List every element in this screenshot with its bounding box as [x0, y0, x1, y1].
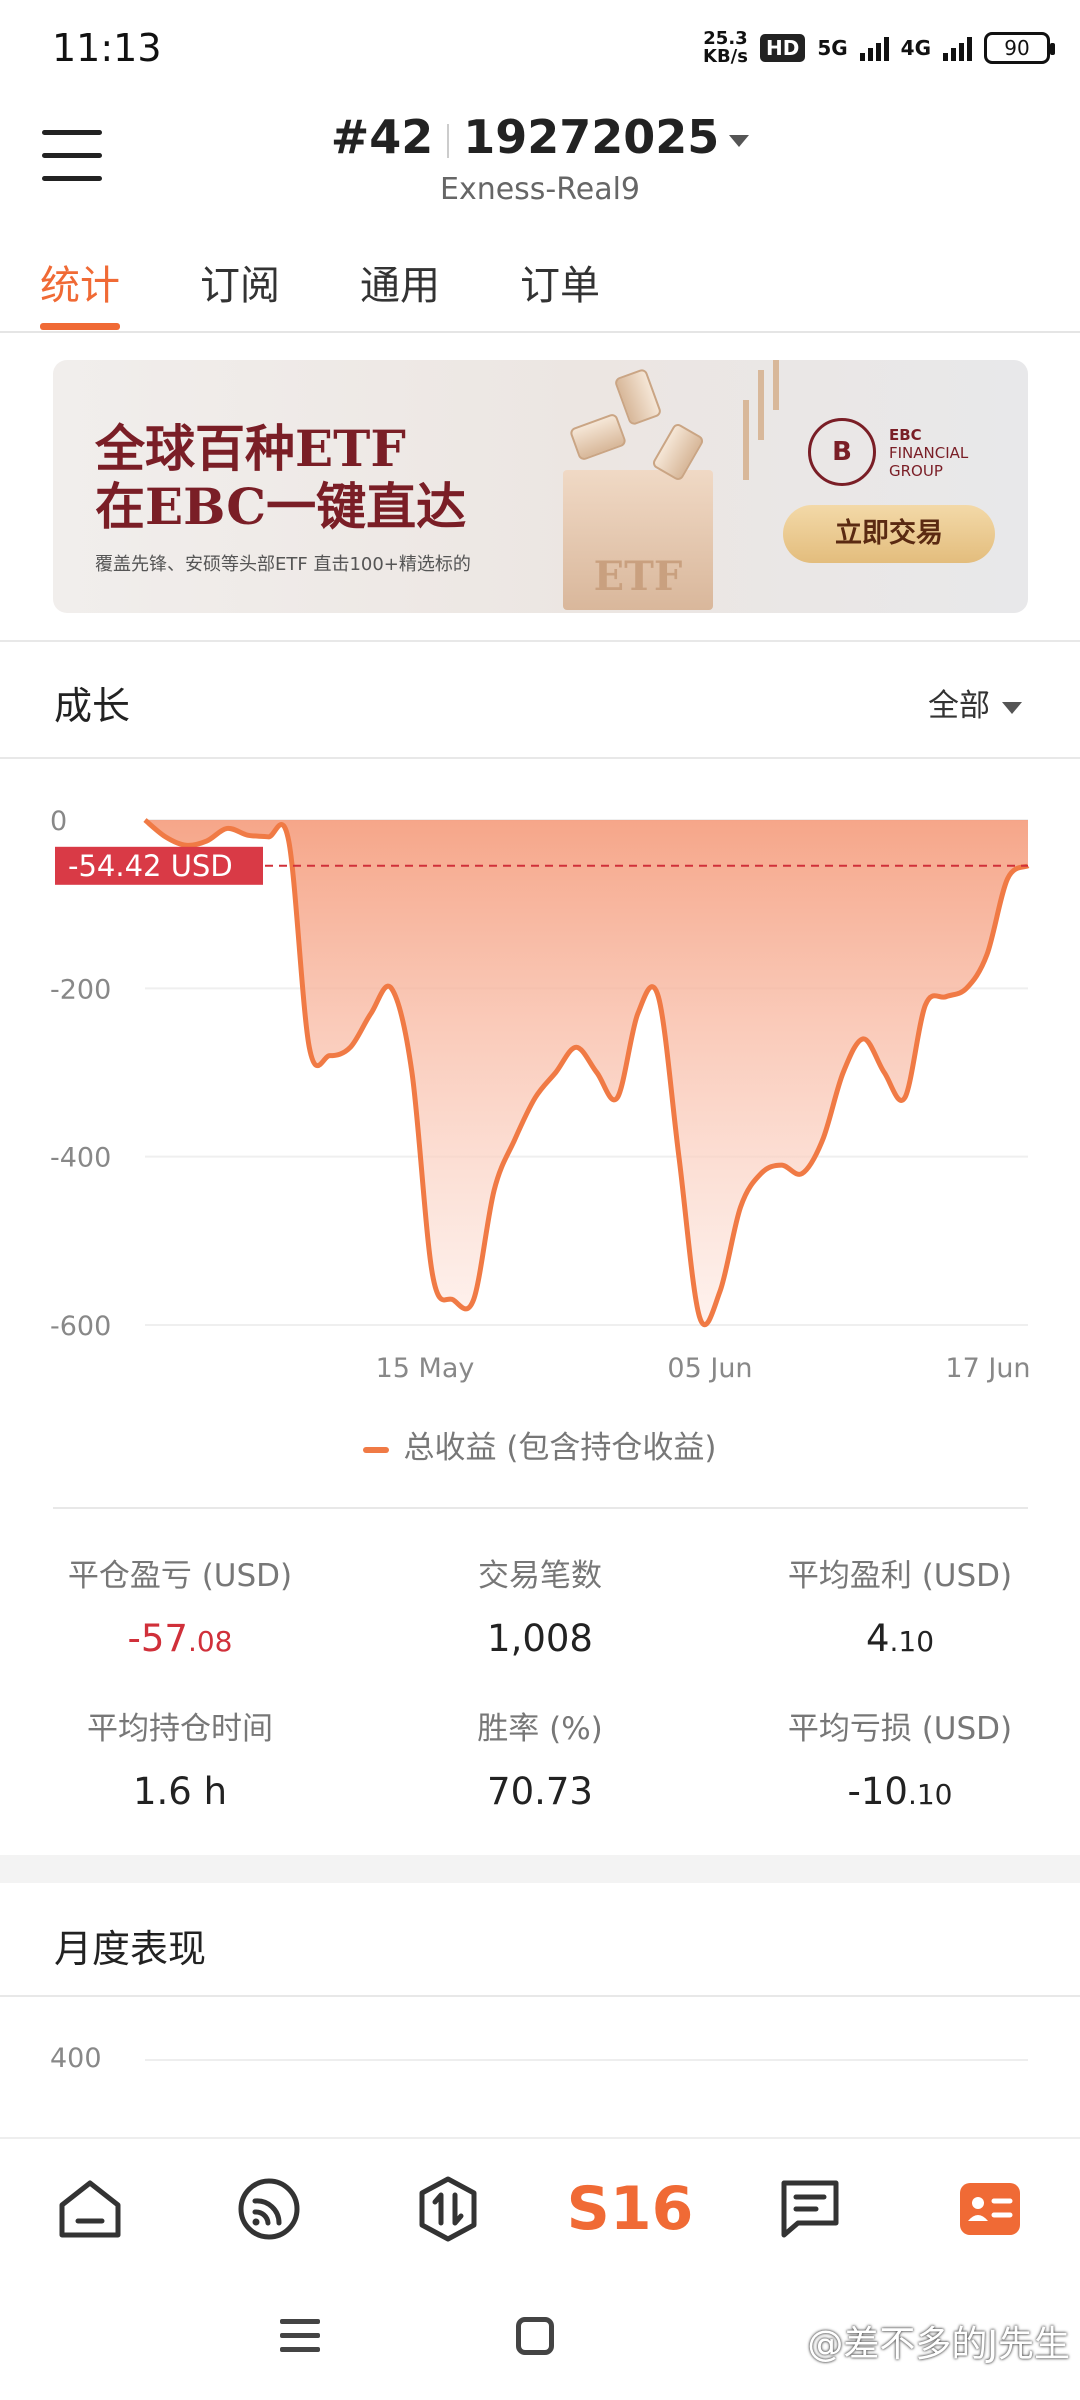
stat-avg-loss: 平均亏损 (USD) -10.10	[787, 1711, 1013, 1813]
stat-trade-count: 交易笔数 1,008	[478, 1558, 602, 1660]
x-tick-label: 05 Jun	[667, 1353, 752, 1384]
stat-closed-pnl: 平仓盈亏 (USD) -57.08	[67, 1558, 293, 1660]
account-server: Exness-Real9	[439, 172, 641, 207]
messages-icon[interactable]	[770, 2169, 850, 2249]
svg-text:-54.42 USD: -54.42 USD	[68, 849, 233, 883]
growth-chart: 0 -200 -400 -600 -54.42 USD 15 May 05 Jun 17 …	[50, 806, 1031, 1384]
legend-swatch	[363, 1446, 390, 1453]
hd-badge: HD	[759, 34, 806, 62]
y-tick-label: -400	[50, 1143, 111, 1174]
banner-trade-button[interactable]: 立即交易	[783, 505, 995, 563]
status-bar: 11:13 25.3 KB/s HD 5G 4G 90	[0, 0, 1080, 100]
recent-apps-icon[interactable]	[280, 2319, 320, 2352]
feed-icon[interactable]	[229, 2169, 309, 2249]
divider	[0, 757, 1080, 759]
tab-bar: 统计 订阅 通用 订单	[0, 245, 1080, 333]
y-tick-label: -200	[50, 974, 111, 1005]
divider	[0, 1995, 1080, 1997]
y-tick-label: -600	[50, 1311, 111, 1342]
battery-icon: 90	[984, 32, 1055, 64]
home-icon[interactable]	[50, 2169, 130, 2249]
stat-win-rate: 胜率 (%) 70.73	[477, 1711, 603, 1813]
x-tick-label: 17 Jun	[945, 1353, 1030, 1384]
legend-label: 总收益 (包含持仓收益)	[403, 1430, 717, 1466]
x-tick-label: 15 May	[376, 1353, 475, 1384]
ebc-logo-icon: B	[808, 418, 876, 486]
tab-orders[interactable]: 订单	[520, 253, 600, 311]
network-speed: 25.3 KB/s	[703, 28, 748, 67]
chevron-down-icon	[1002, 701, 1022, 714]
banner-candle	[773, 360, 779, 410]
ebc-brand-text: EBC FINANCIAL GROUP	[889, 426, 969, 480]
status-time: 11:13	[52, 26, 162, 70]
stat-avg-hold-time: 平均持仓时间 1.6 h	[87, 1711, 273, 1813]
signal-4g-icon	[943, 35, 972, 61]
current-value-badge: -54.42 USD	[55, 846, 263, 885]
banner-headline: 全球百种ETF 在EBC一键直达	[95, 419, 467, 536]
chart-legend: 总收益 (包含持仓收益)	[0, 1422, 1080, 1467]
home-nav-icon[interactable]	[516, 2317, 554, 2355]
section-separator	[0, 1855, 1080, 1883]
active-tab-indicator	[40, 323, 120, 330]
tab-general[interactable]: 通用	[360, 253, 440, 311]
divider	[0, 640, 1080, 642]
account-selector[interactable]: #42 19272025	[0, 110, 1080, 164]
status-icons: 25.3 KB/s HD 5G 4G 90	[703, 28, 1055, 67]
growth-title: 成长	[54, 684, 131, 728]
banner-candle	[743, 400, 749, 480]
bottom-nav: S16	[0, 2137, 1080, 2277]
tab-stats[interactable]: 统计	[40, 253, 120, 311]
banner-gold-bar	[568, 412, 628, 462]
growth-filter-dropdown[interactable]: 全部	[928, 680, 1022, 725]
account-id: 19272025	[463, 110, 720, 164]
watermark: @差不多的J先生	[807, 2324, 1070, 2365]
signal-5g-icon	[859, 35, 889, 61]
s16-tab[interactable]: S16	[567, 2169, 694, 2249]
monthly-title: 月度表现	[54, 1927, 207, 1971]
profile-card-icon[interactable]	[950, 2169, 1030, 2249]
y-tick-label: 0	[50, 806, 67, 837]
tab-subscribe[interactable]: 订阅	[200, 253, 280, 311]
network-5g-label: 5G	[817, 36, 848, 60]
trade-icon[interactable]	[408, 2169, 488, 2249]
monthly-y-tick: 400	[50, 2043, 102, 2074]
network-4g-label: 4G	[900, 36, 931, 60]
ad-banner[interactable]: 全球百种ETF 在EBC一键直达 覆盖先锋、安硕等头部ETF 直击100+精选标…	[53, 360, 1028, 613]
monthly-gridline	[145, 2059, 1028, 2061]
banner-subtext: 覆盖先锋、安硕等头部ETF 直击100+精选标的	[95, 554, 471, 575]
banner-gift-box: ETF	[563, 470, 713, 610]
growth-area	[145, 820, 1028, 1325]
divider	[53, 1507, 1028, 1509]
account-number: #42	[330, 110, 434, 164]
banner-gold-bar	[613, 367, 663, 427]
stat-avg-profit: 平均盈利 (USD) 4.10	[787, 1558, 1013, 1660]
chevron-down-icon	[729, 134, 750, 147]
banner-candle	[758, 370, 764, 440]
